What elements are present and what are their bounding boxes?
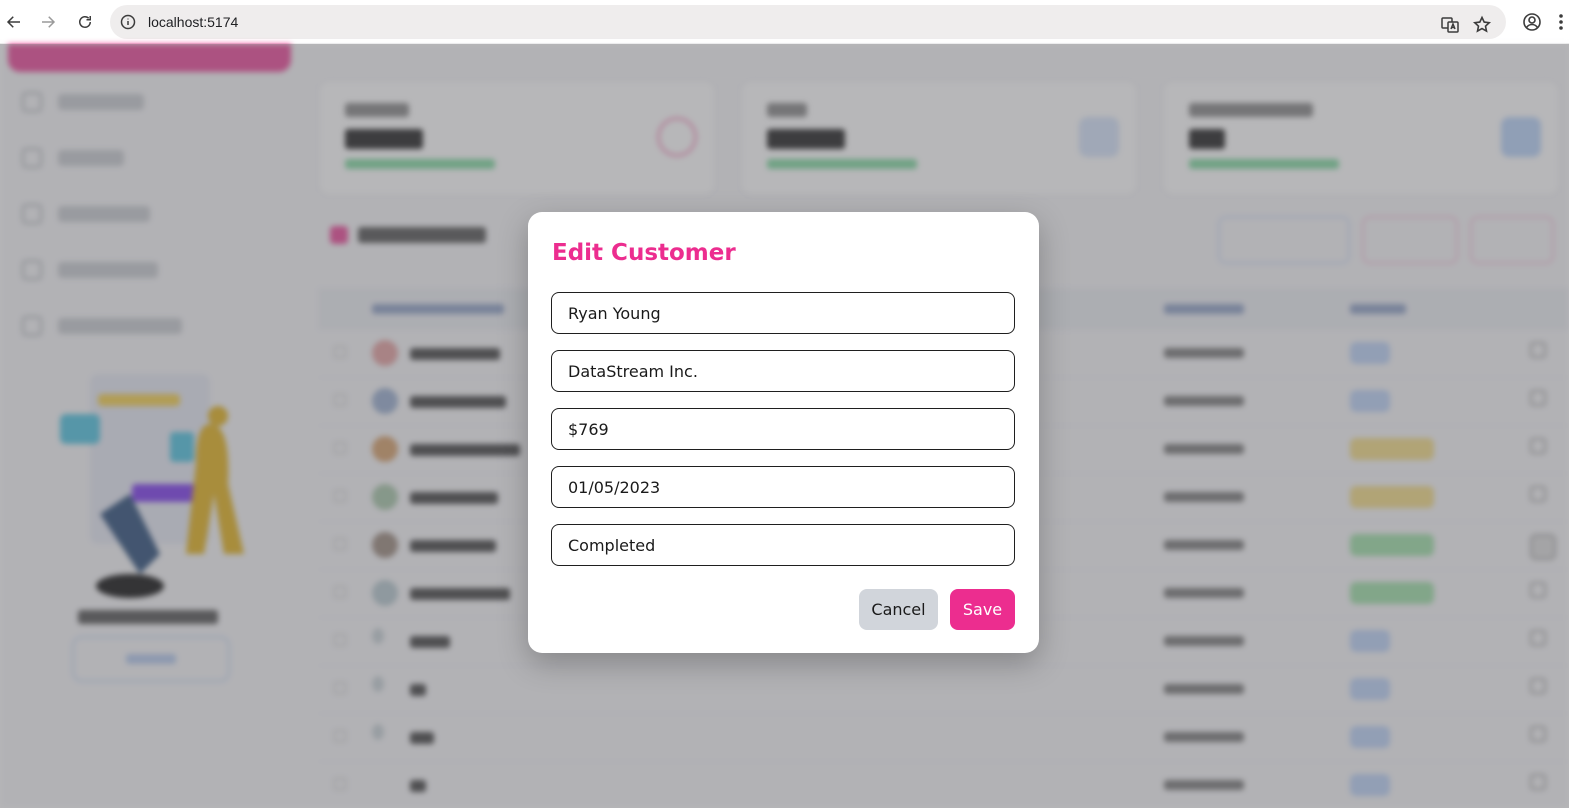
profile-icon[interactable]: [1522, 12, 1542, 32]
date-input[interactable]: [551, 466, 1015, 508]
url-text[interactable]: localhost:5174: [148, 14, 238, 30]
save-button[interactable]: Save: [950, 589, 1015, 630]
edit-customer-modal: Edit Customer Cancel Save: [528, 212, 1039, 653]
browser-toolbar: localhost:5174: [0, 0, 1569, 44]
amount-input[interactable]: [551, 408, 1015, 450]
bookmark-star-icon[interactable]: [1472, 15, 1492, 35]
site-info-icon[interactable]: [120, 14, 136, 30]
company-input[interactable]: [551, 350, 1015, 392]
back-arrow-icon[interactable]: [2, 10, 26, 34]
address-bar[interactable]: localhost:5174: [110, 5, 1506, 39]
modal-title: Edit Customer: [552, 240, 736, 266]
cancel-button[interactable]: Cancel: [859, 589, 938, 630]
forward-arrow-icon[interactable]: [36, 10, 60, 34]
status-input[interactable]: [551, 524, 1015, 566]
menu-kebab-icon[interactable]: [1556, 12, 1566, 32]
customer-name-input[interactable]: [551, 292, 1015, 334]
translate-icon[interactable]: [1440, 15, 1460, 35]
reload-icon[interactable]: [73, 10, 97, 34]
